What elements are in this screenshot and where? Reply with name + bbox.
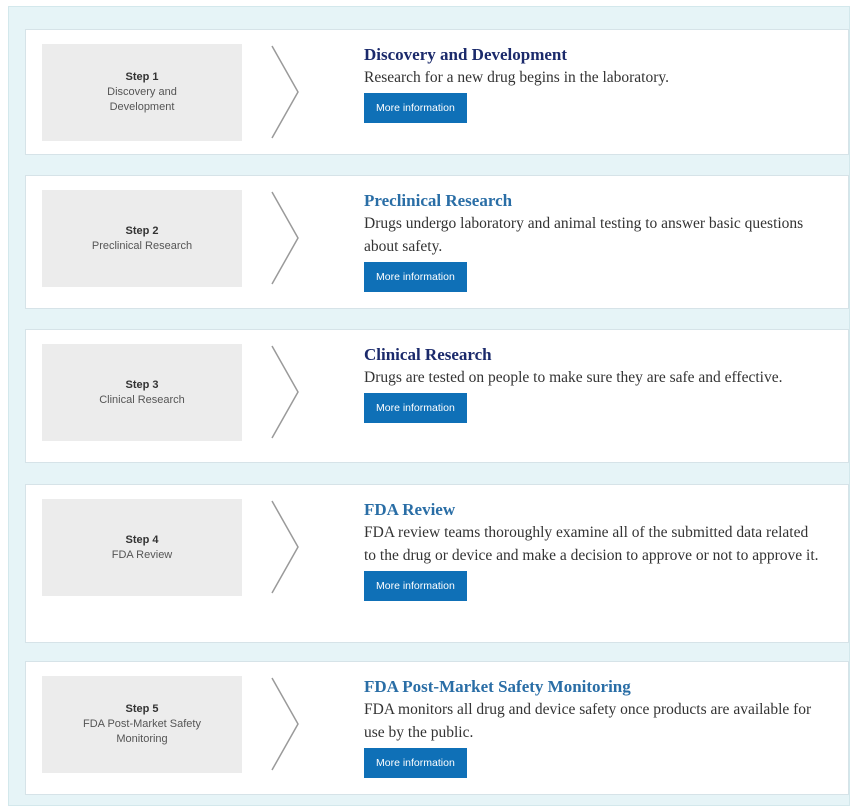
step-card-4: Step 4 FDA Review FDA Review FDA review …	[25, 484, 849, 643]
step-description: Research for a new drug begins in the la…	[364, 69, 670, 86]
step-content-3: Clinical Research Drugs are tested on pe…	[364, 344, 824, 423]
chevron-right-icon	[270, 344, 300, 440]
step-description: Drugs are tested on people to make sure …	[364, 369, 783, 386]
step-number: Step 2	[125, 224, 159, 237]
step-title[interactable]: Clinical Research	[364, 344, 824, 366]
step-label: Clinical Research	[99, 393, 185, 406]
step-content-2: Preclinical Research Drugs undergo labor…	[364, 190, 824, 292]
step-label: Preclinical Research	[91, 239, 193, 252]
step-card-1: Step 1 Discovery and Development Discove…	[25, 29, 849, 155]
step-description: FDA monitors all drug and device safety …	[364, 701, 812, 741]
more-information-button[interactable]: More information	[364, 748, 467, 778]
step-description: FDA review teams thoroughly examine all …	[364, 524, 819, 564]
step-label: FDA Post-Market Safety Monitoring	[83, 718, 201, 745]
step-indicator-3[interactable]: Step 3 Clinical Research	[42, 344, 242, 441]
step-card-5: Step 5 FDA Post-Market Safety Monitoring…	[25, 661, 849, 795]
chevron-right-icon	[270, 190, 300, 286]
step-number: Step 1	[125, 71, 159, 83]
step-content-4: FDA Review FDA review teams thoroughly e…	[364, 499, 824, 601]
step-title[interactable]: FDA Review	[364, 499, 824, 521]
more-information-button[interactable]: More information	[364, 93, 467, 123]
step-indicator-4[interactable]: Step 4 FDA Review	[42, 499, 242, 596]
step-title[interactable]: FDA Post-Market Safety Monitoring	[364, 676, 824, 698]
step-card-3: Step 3 Clinical Research Clinical Resear…	[25, 329, 849, 463]
more-information-button[interactable]: More information	[364, 262, 467, 292]
step-indicator-5[interactable]: Step 5 FDA Post-Market Safety Monitoring	[42, 676, 242, 773]
step-content-1: Discovery and Development Research for a…	[364, 44, 824, 123]
step-title[interactable]: Discovery and Development	[364, 44, 824, 66]
more-information-button[interactable]: More information	[364, 393, 467, 423]
step-number: Step 3	[125, 378, 159, 391]
step-title[interactable]: Preclinical Research	[364, 190, 824, 212]
step-label: FDA Review	[111, 548, 173, 561]
chevron-right-icon	[270, 44, 300, 140]
step-number: Step 5	[125, 703, 159, 715]
step-description: Drugs undergo laboratory and animal test…	[364, 215, 804, 255]
more-information-button[interactable]: More information	[364, 571, 467, 601]
step-indicator-1[interactable]: Step 1 Discovery and Development	[42, 44, 242, 141]
step-content-5: FDA Post-Market Safety Monitoring FDA mo…	[364, 676, 824, 778]
step-label: Discovery and Development	[107, 86, 177, 113]
chevron-right-icon	[270, 676, 300, 772]
step-number: Step 4	[125, 533, 159, 546]
step-indicator-2[interactable]: Step 2 Preclinical Research	[42, 190, 242, 287]
step-card-2: Step 2 Preclinical Research Preclinical …	[25, 175, 849, 309]
chevron-right-icon	[270, 499, 300, 595]
